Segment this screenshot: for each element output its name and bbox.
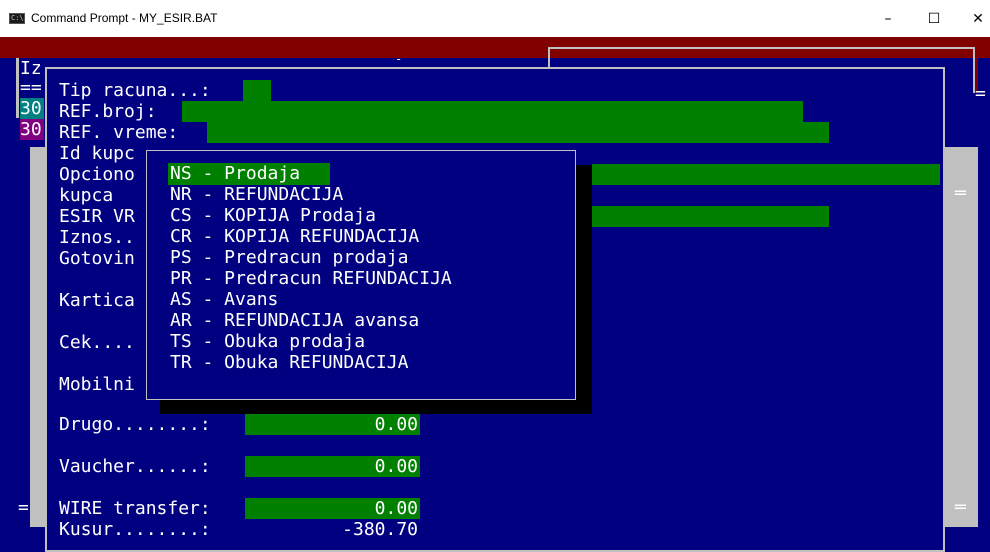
maximize-button[interactable]: ☐: [911, 6, 957, 32]
kusur-value: -380.70: [342, 519, 418, 540]
dropdown-option-pr[interactable]: PR - Predracun REFUNDACIJA: [170, 268, 452, 289]
esir-vreme-label: ESIR VR: [59, 206, 135, 227]
tip-racuna-label: Tip racuna...:: [59, 80, 211, 101]
mobilni-label: Mobilni: [59, 374, 135, 395]
dropdown-option-tr[interactable]: TR - Obuka REFUNDACIJA: [170, 352, 408, 373]
drugo-value: 0.00: [374, 414, 418, 435]
kartica-label: Kartica: [59, 290, 135, 311]
minimize-button[interactable]: –: [865, 6, 911, 32]
window-titlebar[interactable]: C:\ Command Prompt - MY_ESIR.BAT – ☐ ✕: [0, 0, 990, 37]
left-frame-line: [16, 58, 19, 118]
tip-racuna-field[interactable]: [243, 80, 271, 101]
dropdown-option-ps[interactable]: PS - Predracun prodaja: [170, 247, 408, 268]
dropdown-option-ns[interactable]: NS - Prodaja: [170, 163, 300, 184]
background-row-number: 30: [20, 98, 44, 119]
vaucher-label: Vaucher......:: [59, 456, 211, 477]
background-right-panel: [943, 147, 978, 527]
ref-vreme-label: REF. vreme:: [59, 122, 179, 143]
console-area[interactable]: Iz == 30 30 - = ═ = ═ Tip racuna...: REF…: [0, 37, 990, 552]
kupca-label: kupca: [59, 185, 114, 206]
close-button[interactable]: ✕: [955, 6, 990, 32]
dropdown-option-as[interactable]: AS - Avans: [170, 289, 278, 310]
wire-transfer-value: 0.00: [374, 498, 418, 519]
cek-label: Cek....: [59, 332, 135, 353]
ref-vreme-field[interactable]: [207, 122, 829, 143]
background-right-separator: ═: [955, 497, 966, 518]
command-prompt-icon: C:\: [9, 13, 25, 24]
dropdown-option-nr[interactable]: NR - REFUNDACIJA: [170, 184, 343, 205]
background-right-separator: ═: [955, 183, 966, 204]
opciono-label: Opciono: [59, 164, 135, 185]
dropdown-option-ar[interactable]: AR - REFUNDACIJA avansa: [170, 310, 419, 331]
drugo-label: Drugo........:: [59, 414, 211, 435]
esir-vreme-field[interactable]: [592, 206, 829, 227]
background-separator: ==: [20, 77, 42, 98]
background-right-separator: =: [975, 83, 986, 104]
opciono-field[interactable]: [592, 164, 940, 185]
wire-transfer-label: WIRE transfer:: [59, 498, 211, 519]
background-title: Iz: [20, 58, 42, 79]
kusur-label: Kusur........:: [59, 519, 211, 540]
dropdown-shadow: [576, 165, 592, 414]
background-left-separator: =: [18, 497, 29, 518]
background-row-number: 30: [20, 119, 44, 140]
id-kupca-label: Id kupc: [59, 143, 135, 164]
dropdown-option-cr[interactable]: CR - KOPIJA REFUNDACIJA: [170, 226, 419, 247]
dropdown-option-ts[interactable]: TS - Obuka prodaja: [170, 331, 365, 352]
vaucher-value: 0.00: [374, 456, 418, 477]
iznos-label: Iznos..: [59, 227, 135, 248]
gotovina-label: Gotovin: [59, 248, 135, 269]
dropdown-shadow: [160, 400, 592, 414]
dropdown-option-cs[interactable]: CS - KOPIJA Prodaja: [170, 205, 376, 226]
window-title: Command Prompt - MY_ESIR.BAT: [31, 11, 218, 25]
ref-broj-field[interactable]: [182, 101, 803, 122]
ref-broj-label: REF.broj:: [59, 101, 157, 122]
